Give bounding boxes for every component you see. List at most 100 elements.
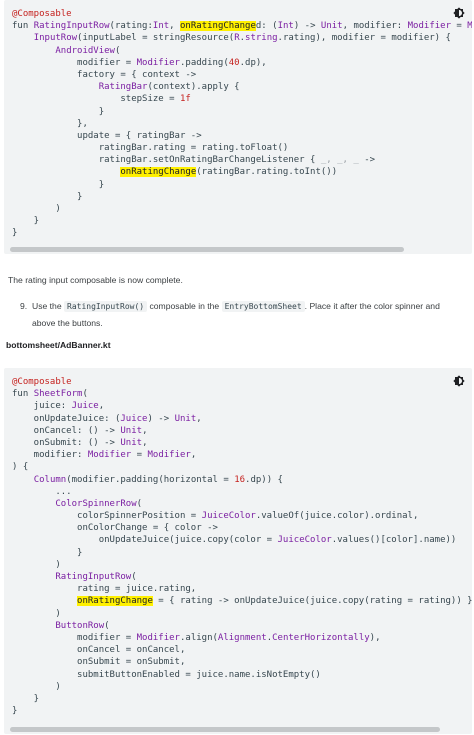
code-line: ratingBar.rating = rating.toFloat() — [12, 142, 472, 154]
code-line: onRatingChange(ratingBar.rating.toInt()) — [12, 166, 472, 178]
code-token: , — [142, 425, 148, 436]
code-token: ... — [12, 486, 72, 497]
step-text-middle: composable in the — [147, 301, 222, 311]
code-token: .align( — [179, 632, 218, 643]
code-line: juice: Juice, — [12, 400, 472, 412]
code-token: Unit — [320, 21, 343, 32]
code-line: } — [12, 106, 472, 118]
code-chip-entry-bottom-sheet: EntryBottomSheet — [221, 301, 305, 312]
code-line: onSubmit = onSubmit, — [12, 656, 472, 668]
step-text-before: Use the — [32, 301, 65, 311]
highlighted-token: onRatingChange — [180, 21, 256, 32]
code-line: stepSize = 1f — [12, 93, 472, 105]
code-token: JuiceColor — [277, 535, 332, 546]
code-line: InputRow(inputLabel = stringResource(R.s… — [12, 32, 472, 44]
code-line: onSubmit: () -> Unit, — [12, 437, 472, 449]
code-token: Modi — [467, 21, 472, 32]
code-token: = — [131, 450, 148, 461]
code-token: ( — [114, 45, 121, 56]
code-line: colorSpinnerPosition = JuiceColor.valueO… — [12, 510, 472, 522]
horizontal-scrollbar[interactable] — [10, 727, 440, 732]
file-name: bottomsheet/AdBanner.kt — [6, 340, 111, 350]
code-token: (context).apply { — [147, 82, 240, 93]
code-token: } — [12, 228, 18, 239]
code-token: .valueOf(juice.color).ordinal, — [255, 511, 419, 522]
code-token: (rating: — [109, 21, 153, 32]
code-line: onCancel = onCancel, — [12, 644, 472, 656]
code-token: ) { — [12, 462, 29, 473]
code-token: , — [142, 437, 148, 448]
code-token: } — [12, 106, 105, 117]
code-line: ColorSpinnerRow( — [12, 498, 472, 510]
code-token: modifier = — [12, 57, 137, 68]
code-token: Modifier — [407, 21, 451, 32]
code-content: @Composable fun RatingInputRow(rating:Int… — [12, 8, 472, 240]
code-token: rating = juice.rating, — [12, 584, 197, 595]
code-token: ColorSpinnerRow — [55, 498, 137, 509]
code-token: ( — [131, 572, 137, 582]
code-token: ) — [12, 608, 61, 619]
code-token: JuiceColor — [201, 511, 256, 522]
code-block-rating-input-row: @Composable fun RatingInputRow(rating:Int… — [4, 0, 472, 254]
horizontal-scrollbar[interactable] — [10, 247, 404, 252]
code-line: ) { — [12, 461, 472, 473]
code-line: ) — [12, 681, 472, 693]
code-token: onUpdateJuice: ( — [12, 413, 121, 424]
code-line: ) — [12, 203, 472, 215]
code-line: ButtonRow( — [12, 620, 472, 632]
code-token: .rating), modifier = modifier) { — [277, 33, 451, 44]
code-line: Column(modifier.padding(horizontal = 16.… — [12, 474, 472, 486]
code-token: juice: — [12, 401, 72, 412]
code-token: ( — [136, 498, 143, 509]
code-line: } — [12, 227, 472, 239]
code-line: onUpdateJuice: (Juice) -> Unit, — [12, 413, 472, 425]
code-line: onUpdateJuice(juice.copy(color = JuiceCo… — [12, 534, 472, 546]
code-line: @Composable — [12, 8, 472, 20]
code-chip-rating-input-row: RatingInputRow() — [64, 301, 148, 312]
code-token: Unit — [174, 413, 197, 424]
code-token: d: ( — [255, 21, 278, 32]
code-token: (inputLabel = stringResource( — [77, 33, 235, 44]
code-token: onSubmit: () -> — [12, 437, 121, 448]
code-line: } — [12, 215, 472, 227]
code-token: Modifier — [87, 450, 132, 461]
code-line: modifier = Modifier.padding(40.dp), — [12, 57, 472, 69]
code-token: onCancel = onCancel, — [12, 645, 186, 656]
code-token: ) -> — [147, 413, 175, 424]
code-token: = — [451, 21, 468, 32]
code-token: SheetForm — [33, 389, 83, 400]
code-token: stepSize = — [12, 94, 180, 105]
code-token: submitButtonEnabled = juice.name.isNotEm… — [12, 669, 321, 680]
code-line: modifier: Modifier = Modifier, — [12, 449, 472, 461]
code-token: Juice — [120, 413, 148, 424]
code-token: } — [12, 547, 83, 558]
code-token: onColorChange = { color -> — [12, 523, 218, 534]
code-line: update = { ratingBar -> — [12, 130, 472, 142]
code-line: ... — [12, 486, 472, 498]
code-token: ) -> — [293, 21, 321, 32]
code-line: ratingBar.setOnRatingBarChangeListener {… — [12, 154, 472, 166]
code-token: , — [169, 21, 181, 32]
code-token: } — [12, 706, 18, 717]
code-token: , — [98, 401, 105, 412]
code-token: fun — [12, 389, 34, 400]
code-line: fun SheetForm( — [12, 388, 472, 400]
code-token: RatingInputRow — [33, 21, 110, 32]
code-token: , — [196, 413, 202, 424]
code-token: } — [12, 179, 105, 190]
code-line: submitButtonEnabled = juice.name.isNotEm… — [12, 669, 472, 681]
code-content: @Composable fun SheetForm( juice: Juice, … — [12, 376, 472, 717]
code-token: ( — [104, 620, 110, 631]
code-line: factory = { context -> — [12, 69, 472, 81]
code-token: ratingBar.setOnRatingBarChangeListener { — [12, 155, 321, 166]
code-line: fun RatingInputRow(rating:Int, onRatingC… — [12, 20, 472, 32]
code-token: CenterHorizontally — [272, 632, 370, 643]
code-token: RatingBar — [98, 82, 148, 93]
code-token: 40 — [228, 57, 240, 68]
code-token: } — [12, 216, 40, 227]
